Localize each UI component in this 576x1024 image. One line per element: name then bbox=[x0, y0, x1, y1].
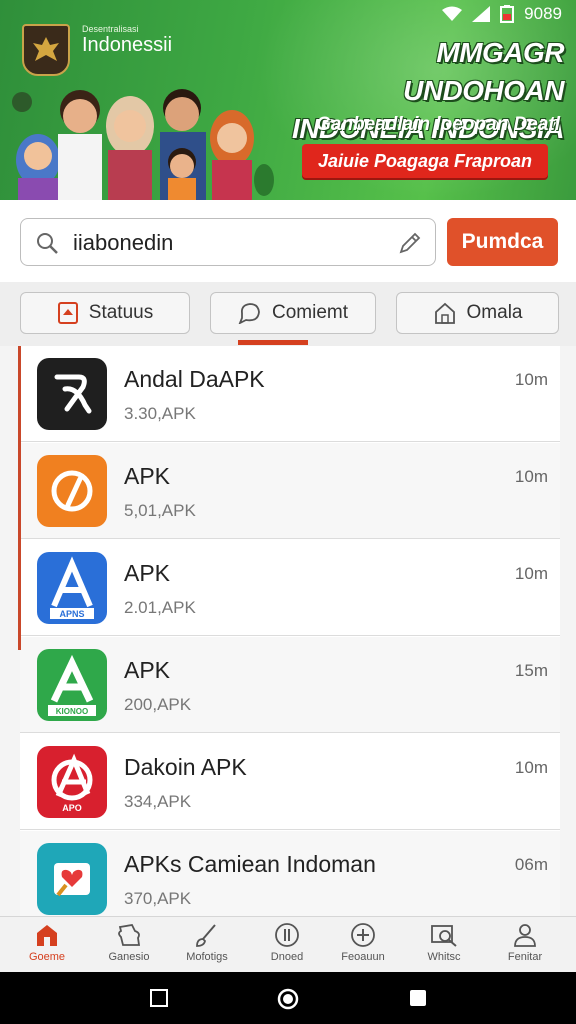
tab-home[interactable]: Omala bbox=[396, 292, 559, 334]
app-name: Dakoin APK bbox=[124, 754, 247, 780]
nav-games[interactable]: Ganesio bbox=[88, 921, 170, 971]
plus-circle-icon bbox=[351, 923, 375, 947]
brand-name: Indonessii bbox=[82, 34, 173, 56]
blue-apk-icon: APNS bbox=[37, 552, 107, 624]
black-tool-icon bbox=[37, 358, 107, 430]
nav-info[interactable]: Dnoed bbox=[246, 921, 328, 971]
icon-badge-text: KIONOO bbox=[56, 707, 88, 716]
orange-compass-icon bbox=[37, 455, 107, 527]
app-time: 10m bbox=[514, 758, 548, 777]
app-time: 15m bbox=[514, 661, 548, 680]
signal-icon bbox=[472, 6, 491, 22]
tab-bar: Statuus Comiemt Omala bbox=[0, 282, 576, 346]
nav-profile[interactable]: Fenitar bbox=[484, 921, 566, 971]
nav-label: Fenitar bbox=[507, 951, 543, 963]
icon-badge-text: APO bbox=[62, 803, 82, 813]
nav-label: Mofotigs bbox=[186, 951, 228, 963]
hero-banner[interactable]: 9089 Desentralisasi Indonessii MMGAGR UN… bbox=[0, 0, 576, 200]
search-value: iiabonedin bbox=[73, 230, 174, 255]
nav-label: Whitsc bbox=[427, 951, 461, 963]
nav-label: Ganesio bbox=[108, 951, 150, 963]
system-nav-bar bbox=[0, 972, 576, 1024]
search-box-icon bbox=[431, 925, 457, 947]
app-size: 2.01,APK bbox=[124, 598, 196, 617]
search-input[interactable]: iiabonedin bbox=[20, 218, 436, 266]
app-name: APK bbox=[124, 560, 171, 586]
bottom-nav: Goeme Ganesio Mofotigs Dnoed Feoauun Whi… bbox=[0, 916, 576, 972]
tab-label: Comiemt bbox=[271, 302, 348, 323]
puzzle-icon bbox=[118, 924, 141, 946]
tab-comment[interactable]: Comiemt bbox=[210, 292, 376, 334]
status-time: 9089 bbox=[524, 4, 562, 23]
search-icon bbox=[37, 233, 58, 254]
list-item[interactable]: APK 5,01,APK 10m bbox=[20, 443, 560, 539]
headline-line-1: MMGAGR UNDOHOAN bbox=[403, 37, 564, 106]
comment-icon bbox=[238, 303, 260, 324]
app-size: 370,APK bbox=[124, 889, 192, 908]
nav-features[interactable]: Feoauun bbox=[322, 921, 404, 971]
tab-status[interactable]: Statuus bbox=[20, 292, 190, 334]
recent-apps-icon[interactable] bbox=[149, 988, 169, 1008]
status-icon bbox=[57, 302, 78, 324]
list-accent-bar bbox=[18, 346, 21, 650]
green-apk-icon: KIONOO bbox=[37, 649, 107, 721]
app-size: 3.30,APK bbox=[124, 404, 196, 423]
list-item[interactable]: KIONOO APK 200,APK 15m bbox=[20, 637, 560, 733]
app-size: 334,APK bbox=[124, 792, 192, 811]
tab-label: Statuus bbox=[88, 302, 154, 323]
nav-label: Dnoed bbox=[270, 951, 304, 963]
teal-heart-icon bbox=[37, 843, 107, 915]
app-name: APK bbox=[124, 657, 171, 683]
list-item[interactable]: APNS APK 2.01,APK 10m bbox=[20, 540, 560, 636]
nav-label: Goeme bbox=[28, 951, 66, 963]
list-item[interactable]: APO Dakoin APK 334,APK 10m bbox=[20, 734, 560, 830]
nav-label: Feoauun bbox=[341, 951, 385, 963]
banner-subline: Ganbeadlain loeopan Deatl bbox=[316, 114, 560, 135]
promo-button[interactable]: Jaiuie Poagaga Fraproan bbox=[302, 144, 548, 178]
info-icon bbox=[275, 923, 299, 947]
nav-modifications[interactable]: Mofotigs bbox=[166, 921, 248, 971]
search-area: iiabonedin Pumdca bbox=[0, 200, 576, 282]
tab-label: Omala bbox=[466, 302, 523, 323]
list-item[interactable]: Andal DaAPK 3.30,APK 10m bbox=[20, 346, 560, 442]
nav-search[interactable]: Whitsc bbox=[403, 921, 485, 971]
wifi-icon bbox=[442, 6, 463, 21]
home-icon bbox=[434, 302, 455, 324]
app-time: 10m bbox=[514, 370, 548, 389]
app-size: 5,01,APK bbox=[124, 501, 196, 520]
app-time: 10m bbox=[514, 564, 548, 583]
nav-home[interactable]: Goeme bbox=[6, 921, 88, 971]
home-icon bbox=[37, 925, 57, 946]
red-apk-icon: APO bbox=[37, 746, 107, 818]
icon-badge-text: APNS bbox=[59, 609, 84, 619]
app-name: APK bbox=[124, 463, 171, 489]
app-list: Andal DaAPK 3.30,APK 10m APK 5,01,APK 10… bbox=[20, 346, 560, 916]
user-icon bbox=[514, 924, 536, 947]
people-illustration bbox=[12, 89, 274, 200]
battery-icon bbox=[500, 5, 515, 23]
status-bar: 9089 bbox=[442, 4, 562, 24]
app-name: Andal DaAPK bbox=[124, 366, 265, 392]
app-time: 10m bbox=[514, 467, 548, 486]
home-button-icon[interactable] bbox=[276, 987, 300, 1011]
brand-caption: Desentralisasi bbox=[82, 24, 139, 34]
back-square-icon[interactable] bbox=[408, 988, 428, 1008]
brush-icon bbox=[196, 924, 216, 947]
app-name: APKs Camiean Indoman bbox=[124, 851, 376, 877]
pen-icon[interactable] bbox=[397, 230, 423, 256]
list-item[interactable]: APKs Camiean Indoman 370,APK 06m bbox=[20, 831, 560, 916]
active-tab-indicator bbox=[238, 340, 308, 345]
search-button[interactable]: Pumdca bbox=[447, 218, 558, 266]
app-time: 06m bbox=[514, 855, 548, 874]
app-size: 200,APK bbox=[124, 695, 192, 714]
